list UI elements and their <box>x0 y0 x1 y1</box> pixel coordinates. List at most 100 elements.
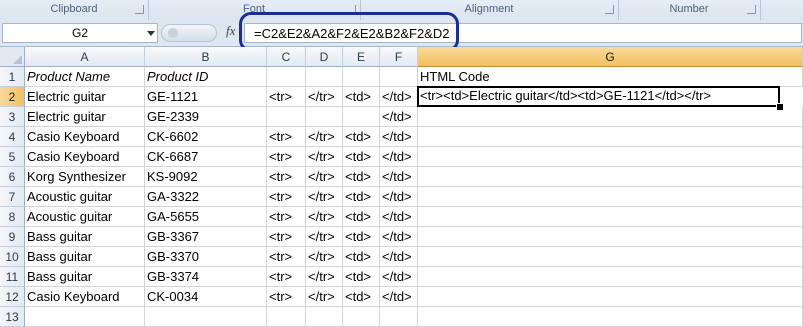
cell-b8[interactable]: GA-5655 <box>145 207 267 227</box>
cell-a10[interactable]: Bass guitar <box>25 247 145 267</box>
cell-g13[interactable] <box>418 307 803 327</box>
cell-c7[interactable]: <tr> <box>267 187 306 207</box>
cell-b4[interactable]: CK-6602 <box>145 127 267 147</box>
cell-a5[interactable]: Casio Keyboard <box>25 147 145 167</box>
cell-e9[interactable]: <td> <box>343 227 380 247</box>
cell-g4[interactable] <box>418 127 803 147</box>
cell-f8[interactable]: </td> <box>380 207 418 227</box>
cell-e4[interactable]: <td> <box>343 127 380 147</box>
cell-c8[interactable]: <tr> <box>267 207 306 227</box>
cell-e3[interactable] <box>343 107 380 127</box>
row-header-3[interactable]: 3 <box>0 107 25 127</box>
column-header-g[interactable]: G <box>418 47 803 67</box>
cell-d3[interactable] <box>306 107 343 127</box>
cell-b3[interactable]: GE-2339 <box>145 107 267 127</box>
cell-a13[interactable] <box>25 307 145 327</box>
row-header-10[interactable]: 10 <box>0 247 25 267</box>
cell-b12[interactable]: CK-0034 <box>145 287 267 307</box>
cell-b10[interactable]: GB-3370 <box>145 247 267 267</box>
cell-a3[interactable]: Electric guitar <box>25 107 145 127</box>
column-header-e[interactable]: E <box>343 47 380 67</box>
cell-g5[interactable] <box>418 147 803 167</box>
cell-e10[interactable]: <td> <box>343 247 380 267</box>
cell-g3[interactable] <box>418 107 803 127</box>
cell-g8[interactable] <box>418 207 803 227</box>
cell-f10[interactable]: </td> <box>380 247 418 267</box>
cell-e6[interactable]: <td> <box>343 167 380 187</box>
cell-f1[interactable] <box>380 67 418 87</box>
cell-a11[interactable]: Bass guitar <box>25 267 145 287</box>
cell-a1[interactable]: Product Name <box>25 67 145 87</box>
cell-c1[interactable] <box>267 67 306 87</box>
cell-c9[interactable]: <tr> <box>267 227 306 247</box>
formula-text[interactable]: =C2&E2&A2&F2&E2&B2&F2&D2 <box>254 26 449 41</box>
cell-b6[interactable]: KS-9092 <box>145 167 267 187</box>
cell-c4[interactable]: <tr> <box>267 127 306 147</box>
cell-g2[interactable]: <tr><td>Electric guitar</td><td>GE-1121<… <box>417 86 780 107</box>
cell-e7[interactable]: <td> <box>343 187 380 207</box>
row-header-7[interactable]: 7 <box>0 187 25 207</box>
cell-f11[interactable]: </td> <box>380 267 418 287</box>
cell-f3[interactable]: </td> <box>380 107 418 127</box>
cell-d13[interactable] <box>306 307 343 327</box>
cell-g7[interactable] <box>418 187 803 207</box>
column-header-a[interactable]: A <box>25 47 145 67</box>
cell-f9[interactable]: </td> <box>380 227 418 247</box>
cell-c10[interactable]: <tr> <box>267 247 306 267</box>
dialog-launcher-icon[interactable] <box>605 5 614 14</box>
column-header-c[interactable]: C <box>267 47 306 67</box>
cell-d8[interactable]: </tr> <box>306 207 343 227</box>
cell-f12[interactable]: </td> <box>380 287 418 307</box>
cell-e1[interactable] <box>343 67 380 87</box>
cell-c5[interactable]: <tr> <box>267 147 306 167</box>
cell-g9[interactable] <box>418 227 803 247</box>
cell-d9[interactable]: </tr> <box>306 227 343 247</box>
cell-f4[interactable]: </td> <box>380 127 418 147</box>
cell-a9[interactable]: Bass guitar <box>25 227 145 247</box>
cell-b9[interactable]: GB-3367 <box>145 227 267 247</box>
column-header-d[interactable]: D <box>306 47 343 67</box>
cell-e12[interactable]: <td> <box>343 287 380 307</box>
fill-handle[interactable] <box>776 103 784 111</box>
cell-b11[interactable]: GB-3374 <box>145 267 267 287</box>
row-header-12[interactable]: 12 <box>0 287 25 307</box>
cell-b13[interactable] <box>145 307 267 327</box>
cell-g12[interactable] <box>418 287 803 307</box>
cell-e8[interactable]: <td> <box>343 207 380 227</box>
cell-f13[interactable] <box>380 307 418 327</box>
cell-d12[interactable]: </tr> <box>306 287 343 307</box>
cell-b1[interactable]: Product ID <box>145 67 267 87</box>
cell-g10[interactable] <box>418 247 803 267</box>
cell-g6[interactable] <box>418 167 803 187</box>
cell-a12[interactable]: Casio Keyboard <box>25 287 145 307</box>
row-header-8[interactable]: 8 <box>0 207 25 227</box>
cell-f7[interactable]: </td> <box>380 187 418 207</box>
dialog-launcher-icon[interactable] <box>747 5 756 14</box>
cell-d7[interactable]: </tr> <box>306 187 343 207</box>
cell-c2[interactable]: <tr> <box>267 87 306 107</box>
row-header-1[interactable]: 1 <box>0 67 25 87</box>
select-all-button[interactable] <box>0 47 25 67</box>
row-header-11[interactable]: 11 <box>0 267 25 287</box>
row-header-13[interactable]: 13 <box>0 307 25 327</box>
cell-c13[interactable] <box>267 307 306 327</box>
cell-b2[interactable]: GE-1121 <box>145 87 267 107</box>
cell-d11[interactable]: </tr> <box>306 267 343 287</box>
cell-a6[interactable]: Korg Synthesizer <box>25 167 145 187</box>
cell-g11[interactable] <box>418 267 803 287</box>
column-header-b[interactable]: B <box>145 47 267 67</box>
cell-f2[interactable]: </td> <box>380 87 418 107</box>
cell-b7[interactable]: GA-3322 <box>145 187 267 207</box>
cell-b5[interactable]: CK-6687 <box>145 147 267 167</box>
row-header-5[interactable]: 5 <box>0 147 25 167</box>
row-header-4[interactable]: 4 <box>0 127 25 147</box>
cell-d10[interactable]: </tr> <box>306 247 343 267</box>
cell-e5[interactable]: <td> <box>343 147 380 167</box>
chevron-down-icon[interactable] <box>147 31 155 36</box>
cell-c6[interactable]: <tr> <box>267 167 306 187</box>
dialog-launcher-icon[interactable] <box>135 5 144 14</box>
cell-g1[interactable]: HTML Code <box>418 67 803 87</box>
cell-a2[interactable]: Electric guitar <box>25 87 145 107</box>
cell-a8[interactable]: Acoustic guitar <box>25 207 145 227</box>
row-header-2[interactable]: 2 <box>0 87 25 107</box>
